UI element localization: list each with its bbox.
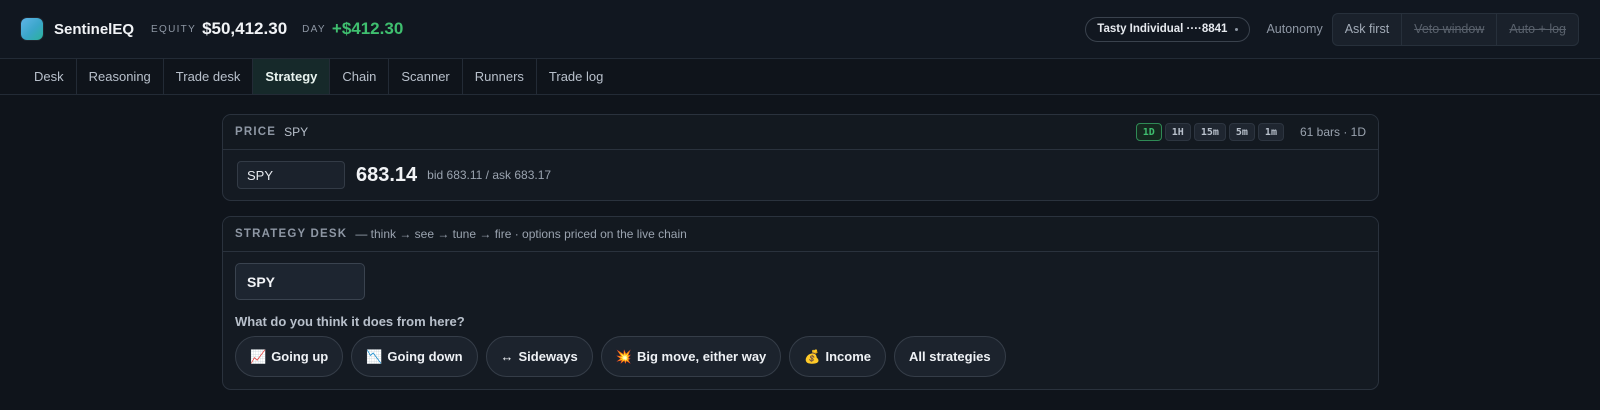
outlook-big-move-button[interactable]: 💥 Big move, either way bbox=[600, 336, 782, 377]
tab-scanner[interactable]: Scanner bbox=[389, 59, 463, 94]
strategy-symbol-input[interactable] bbox=[235, 263, 365, 300]
price-panel: PRICE SPY 1D 1H 15m 5m 1m 61 bars · 1D 6… bbox=[222, 114, 1379, 201]
chart-down-icon: 📉 bbox=[366, 348, 383, 364]
main-content: PRICE SPY 1D 1H 15m 5m 1m 61 bars · 1D 6… bbox=[0, 95, 1600, 390]
timeframe-15m-button[interactable]: 15m bbox=[1193, 123, 1226, 141]
timeframe-1m-button[interactable]: 1m bbox=[1257, 123, 1284, 141]
outlook-chips: 📈 Going up 📉 Going down ↔ Sideways 💥 Big… bbox=[235, 336, 1366, 377]
collision-icon: 💥 bbox=[615, 348, 632, 364]
outlook-going-down-button[interactable]: 📉 Going down bbox=[351, 336, 478, 377]
last-price: 683.14 bbox=[356, 163, 418, 186]
left-right-arrow-icon: ↔ bbox=[500, 349, 514, 364]
strategy-panel-title: STRATEGY DESK bbox=[235, 228, 348, 240]
tab-trade-log[interactable]: Trade log bbox=[537, 59, 615, 94]
price-symbol-input[interactable] bbox=[237, 161, 345, 189]
autonomy-option-ask-first[interactable]: Ask first bbox=[1333, 14, 1401, 45]
timeframe-1h-button[interactable]: 1H bbox=[1164, 123, 1191, 141]
strategy-panel-header: STRATEGY DESK — think → see → tune → fir… bbox=[223, 217, 1378, 252]
strategy-panel: STRATEGY DESK — think → see → tune → fir… bbox=[222, 216, 1379, 390]
chip-label: All strategies bbox=[909, 349, 991, 364]
outlook-income-button[interactable]: 💰 Income bbox=[789, 336, 886, 377]
app-logo-icon bbox=[21, 18, 43, 40]
autonomy-option-auto-log[interactable]: Auto + log bbox=[1496, 13, 1578, 45]
price-panel-title: PRICE bbox=[235, 126, 277, 138]
chart-up-icon: 📈 bbox=[250, 348, 267, 364]
tab-runners[interactable]: Runners bbox=[463, 59, 537, 94]
dropdown-dot-icon bbox=[1235, 27, 1239, 31]
autonomy-mode-toggle: Ask first Veto window Auto + log bbox=[1331, 12, 1579, 46]
bid-ask: bid 683.11 / ask 683.17 bbox=[427, 168, 552, 182]
price-panel-header: PRICE SPY 1D 1H 15m 5m 1m 61 bars · 1D bbox=[223, 115, 1378, 150]
account-label: Tasty Individual ····8841 bbox=[1097, 23, 1228, 35]
chip-label: Sideways bbox=[518, 349, 578, 364]
strategy-panel-subtitle: — think → see → tune → fire · options pr… bbox=[355, 227, 687, 241]
tab-chain[interactable]: Chain bbox=[330, 59, 390, 94]
timeframe-selector: 1D 1H 15m 5m 1m bbox=[1135, 123, 1284, 141]
account-selector[interactable]: Tasty Individual ····8841 bbox=[1085, 16, 1251, 42]
equity-label: EQUITY bbox=[151, 23, 197, 35]
all-strategies-button[interactable]: All strategies bbox=[894, 336, 1006, 377]
chip-label: Income bbox=[825, 349, 871, 364]
outlook-sideways-button[interactable]: ↔ Sideways bbox=[485, 336, 593, 377]
tab-desk[interactable]: Desk bbox=[22, 59, 77, 94]
timeframe-5m-button[interactable]: 5m bbox=[1228, 123, 1255, 141]
strategy-body: What do you think it does from here? 📈 G… bbox=[223, 252, 1378, 389]
money-bag-icon: 💰 bbox=[804, 348, 821, 364]
tab-reasoning[interactable]: Reasoning bbox=[77, 59, 164, 94]
chip-label: Going up bbox=[271, 349, 329, 364]
equity-value: $50,412.30 bbox=[202, 19, 288, 38]
autonomy-label: Autonomy bbox=[1266, 22, 1323, 36]
day-pnl-label: DAY bbox=[302, 23, 326, 35]
main-tabs: Desk Reasoning Trade desk Strategy Chain… bbox=[0, 59, 1600, 95]
tab-strategy[interactable]: Strategy bbox=[253, 59, 331, 94]
outlook-question: What do you think it does from here? bbox=[235, 314, 465, 329]
app-name: SentinelEQ bbox=[54, 20, 135, 38]
day-pnl-value: +$412.30 bbox=[331, 19, 404, 38]
bars-info: 61 bars · 1D bbox=[1299, 125, 1366, 139]
timeframe-1d-button[interactable]: 1D bbox=[1135, 123, 1162, 141]
tab-trade-desk[interactable]: Trade desk bbox=[164, 59, 254, 94]
chip-label: Big move, either way bbox=[636, 349, 767, 364]
autonomy-option-veto-window[interactable]: Veto window bbox=[1401, 13, 1496, 45]
outlook-going-up-button[interactable]: 📈 Going up bbox=[235, 336, 344, 377]
price-panel-symbol: SPY bbox=[284, 125, 309, 139]
top-bar: SentinelEQ EQUITY $50,412.30 DAY +$412.3… bbox=[0, 0, 1600, 59]
chip-label: Going down bbox=[387, 349, 463, 364]
price-row: 683.14 bid 683.11 / ask 683.17 bbox=[223, 150, 1378, 200]
